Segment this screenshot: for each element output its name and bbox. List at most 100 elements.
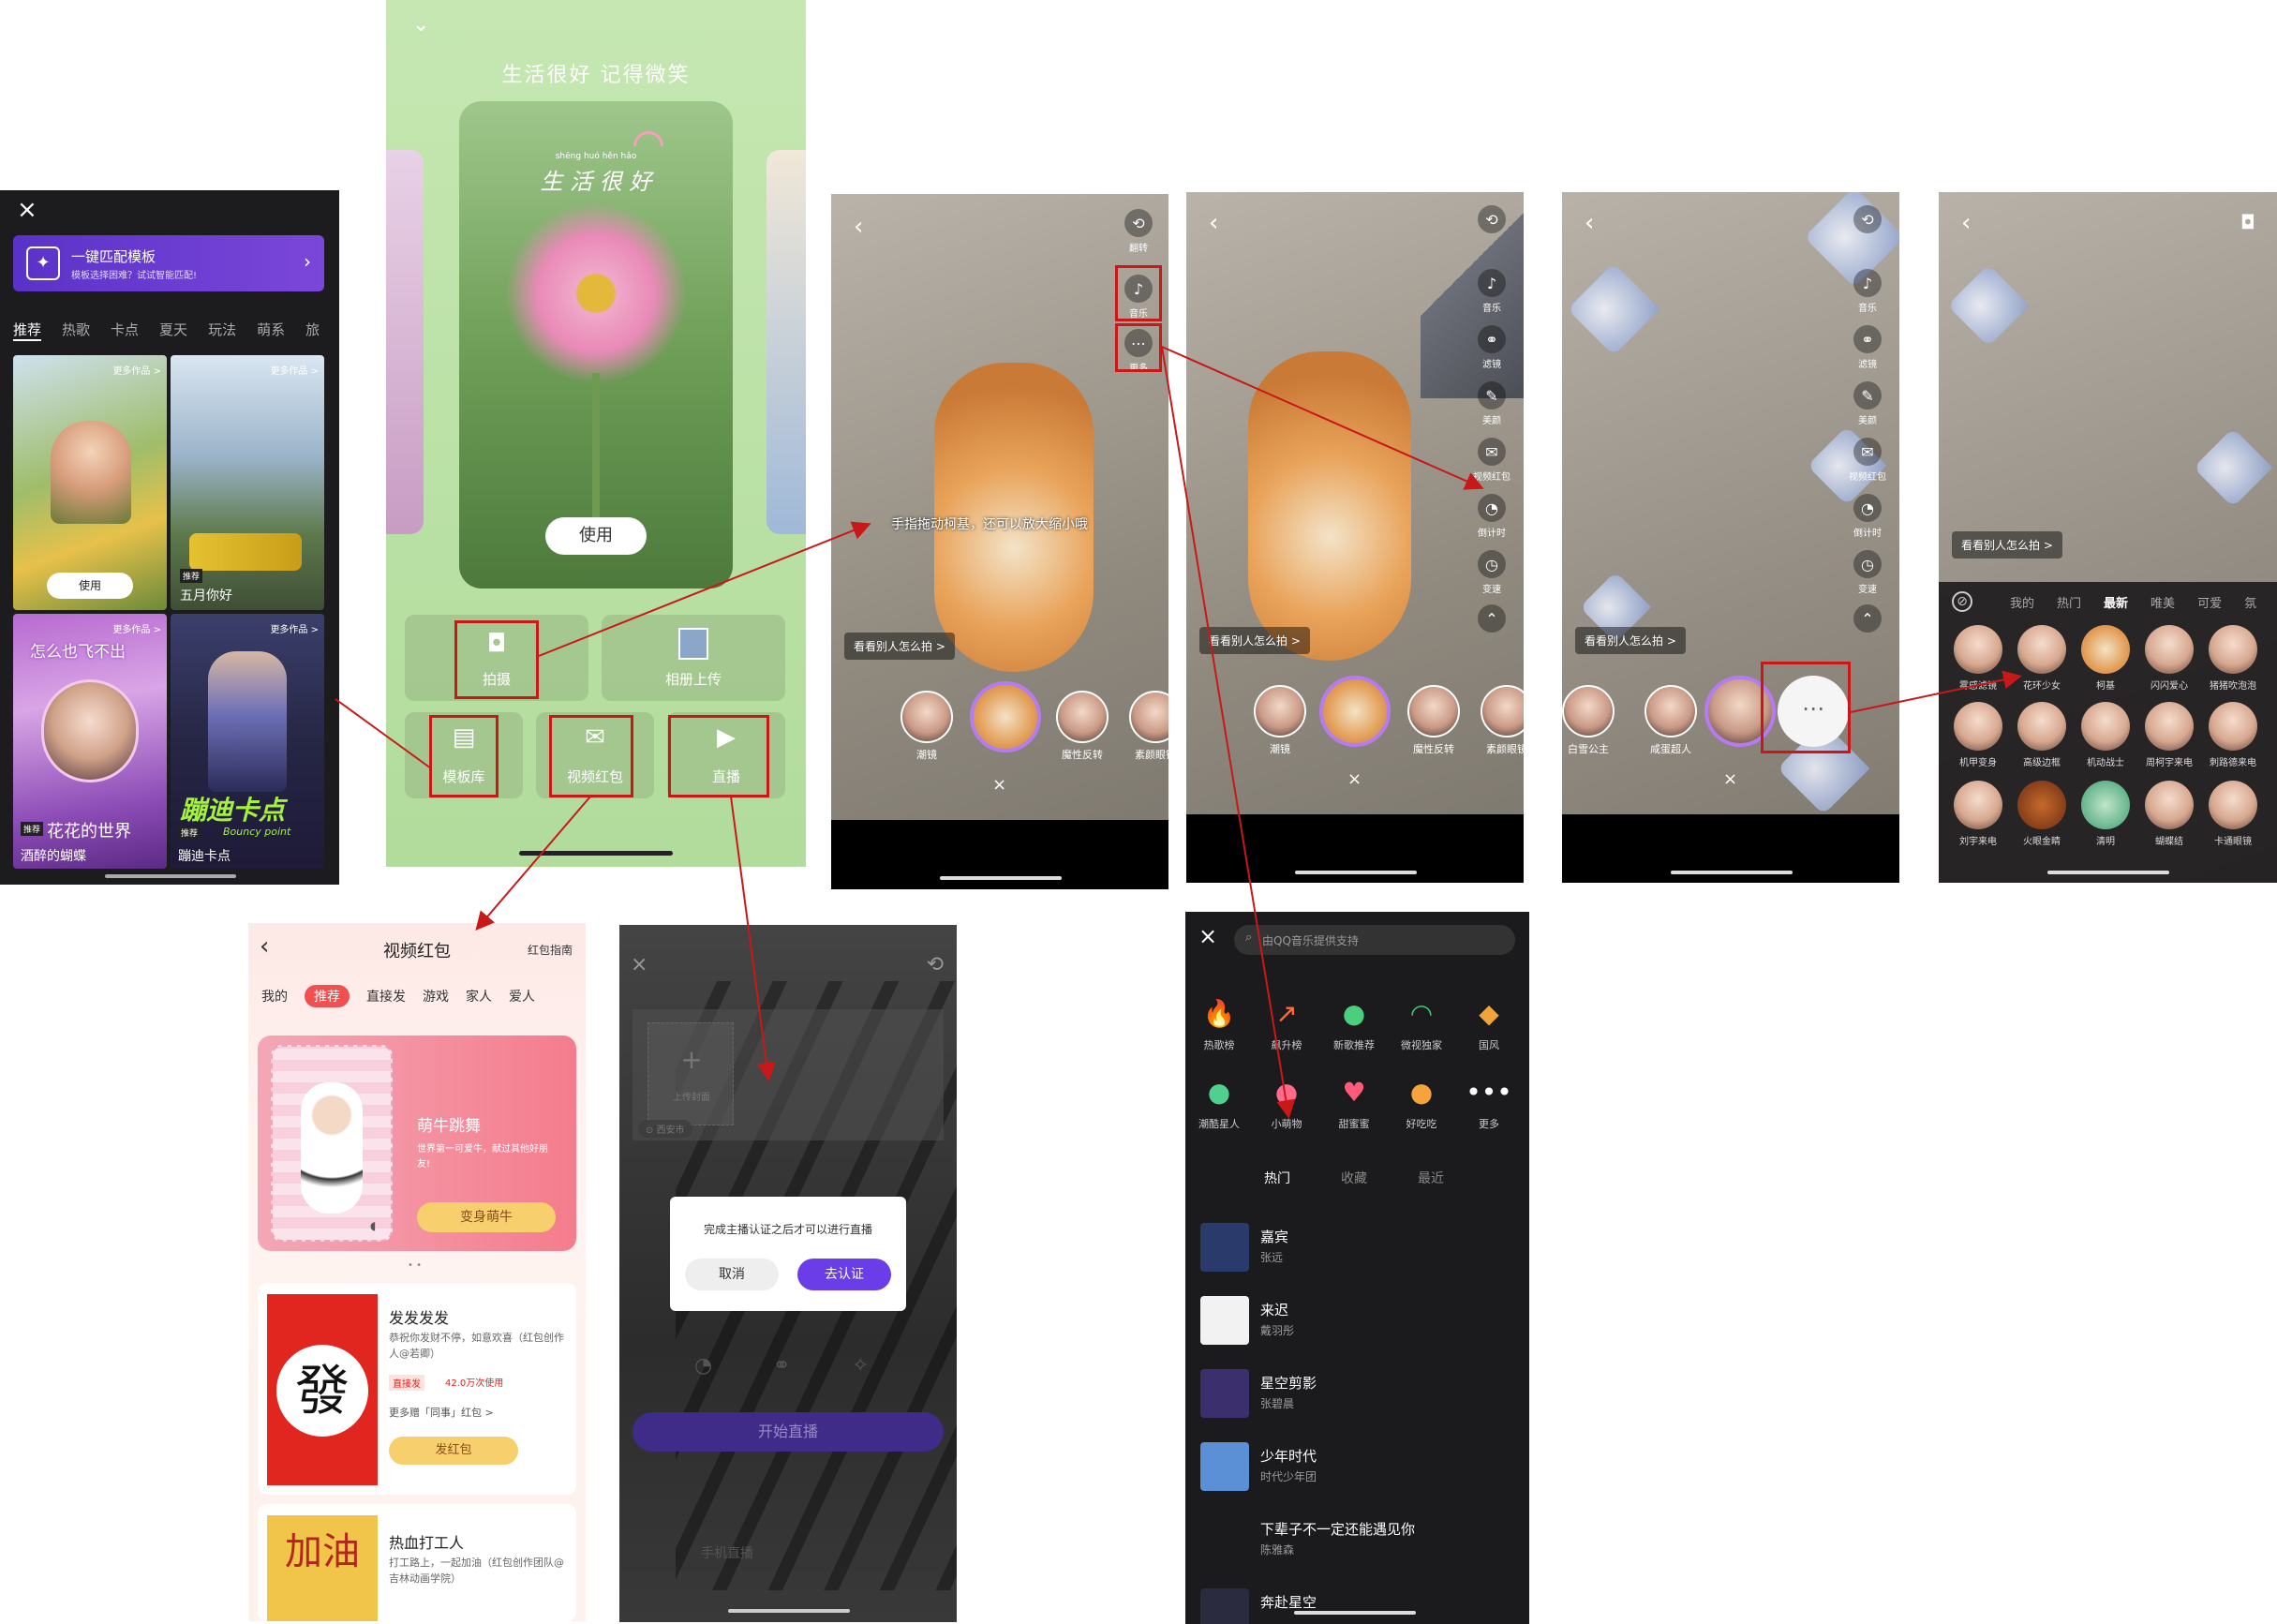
see-others-button[interactable]: 看看别人怎么拍 > — [1199, 627, 1310, 654]
tab-favorites[interactable]: 收藏 — [1341, 1169, 1367, 1187]
effect-thumb[interactable] — [2017, 625, 2066, 674]
music-category-icon[interactable]: ● — [1197, 1069, 1242, 1114]
chevron-down-icon[interactable]: ⌄ — [412, 13, 429, 37]
tab-travel[interactable]: 旅 — [305, 320, 320, 339]
effect-thumb[interactable] — [2081, 702, 2130, 751]
song-row[interactable]: 星空剪影 张碧晨 — [1185, 1360, 1528, 1425]
music-category-icon[interactable]: ● — [1332, 991, 1377, 1035]
filter-thumb[interactable] — [900, 691, 953, 743]
song-row[interactable]: 嘉宾 张远 — [1185, 1214, 1528, 1279]
see-others-button[interactable]: 看看别人怎么拍 > — [844, 633, 955, 660]
music-category-icon[interactable]: ● — [1264, 1069, 1309, 1114]
tab-recommend[interactable]: 推荐 — [305, 985, 350, 1007]
effect-thumb[interactable] — [2145, 625, 2194, 674]
see-others-button[interactable]: 看看别人怎么拍 > — [1952, 531, 2062, 559]
effect-thumb[interactable] — [1954, 781, 2002, 829]
video-redpack-button[interactable]: ✉ 视频红包 — [1473, 438, 1511, 483]
cancel-button[interactable]: 取消 — [685, 1259, 779, 1290]
see-others-button[interactable]: 看看别人怎么拍 > — [1575, 627, 1686, 654]
effect-thumb[interactable] — [2017, 781, 2066, 829]
filter-button[interactable]: ⚭ 滤镜 — [1849, 325, 1886, 370]
song-row[interactable]: 奔赴星空 — [1185, 1579, 1528, 1624]
verify-button[interactable]: 去认证 — [797, 1259, 891, 1290]
no-effect-icon[interactable]: ⊘ — [1952, 591, 1972, 612]
back-icon[interactable]: ‹ — [1961, 209, 1971, 237]
sound-icon[interactable]: ◖ — [370, 1219, 376, 1232]
tab-lover[interactable]: 爱人 — [509, 987, 535, 1006]
tab-mine[interactable]: 我的 — [261, 987, 288, 1006]
more-works-link[interactable]: 更多作品 > — [270, 621, 319, 635]
tab-hot-songs[interactable]: 热歌 — [62, 320, 90, 339]
effect-thumb[interactable] — [1954, 625, 2002, 674]
template-preview-card[interactable]: shēng huó hěn hǎo 生 活 很 好 使用 — [459, 101, 733, 589]
tab-recent[interactable]: 最近 — [1418, 1169, 1444, 1187]
music-button[interactable]: ♪ 音乐 — [1473, 269, 1511, 314]
start-live-button[interactable]: 开始直播 — [632, 1412, 944, 1452]
close-icon[interactable]: × — [1723, 769, 1737, 789]
filter-thumb[interactable] — [1056, 691, 1109, 743]
upload-cover-button[interactable]: + 上传封面 — [647, 1022, 734, 1125]
music-category-icon[interactable]: ● — [1399, 1069, 1444, 1114]
filter-thumb[interactable] — [1644, 685, 1697, 738]
beauty-button[interactable]: ✎ 美颜 — [1473, 381, 1511, 426]
music-button[interactable]: ♪ 音乐 — [1849, 269, 1886, 314]
filter-thumb-selected[interactable] — [1319, 676, 1391, 747]
tab-hot[interactable]: 热门 — [2057, 593, 2081, 611]
tab-family[interactable]: 家人 — [466, 987, 492, 1006]
effect-thumb[interactable] — [2209, 625, 2257, 674]
send-redpack-button[interactable]: 发红包 — [389, 1437, 518, 1465]
tab-play[interactable]: 玩法 — [208, 320, 236, 339]
close-icon[interactable]: × — [17, 196, 37, 224]
effect-thumb[interactable] — [2081, 625, 2130, 674]
tab-summer[interactable]: 夏天 — [159, 320, 187, 339]
music-category-icon[interactable]: 🔥 — [1197, 991, 1242, 1035]
close-icon[interactable]: × — [1347, 769, 1362, 789]
more-works-link[interactable]: 更多作品 > — [112, 621, 161, 635]
effect-thumb[interactable] — [2017, 702, 2066, 751]
filter-thumb-selected[interactable] — [970, 681, 1041, 752]
back-icon[interactable]: ‹ — [854, 213, 863, 241]
collapse-button[interactable]: ⌃ — [1849, 604, 1886, 635]
music-category-icon[interactable]: ◠ — [1399, 991, 1444, 1035]
filter-thumb[interactable] — [1562, 685, 1615, 738]
song-row[interactable]: 少年时代 时代少年团 — [1185, 1433, 1528, 1498]
tab-games[interactable]: 游戏 — [423, 987, 449, 1006]
tab-new[interactable]: 最新 — [2104, 593, 2128, 611]
tab-vibe[interactable]: 氛 — [2244, 593, 2256, 611]
use-button[interactable]: 使用 — [47, 573, 133, 599]
tab-beat[interactable]: 卡点 — [111, 320, 139, 339]
music-search-input[interactable]: ⌕ 由QQ音乐提供支持 — [1234, 925, 1515, 955]
music-category-icon[interactable]: ↗ — [1264, 991, 1309, 1035]
more-works-link[interactable]: 更多作品 > — [270, 363, 319, 377]
effect-thumb[interactable] — [2145, 781, 2194, 829]
corgi-sticker[interactable] — [1248, 351, 1411, 661]
camera-icon[interactable]: ◘ — [2240, 211, 2255, 233]
template-card[interactable]: 更多作品 > 蹦迪卡点 Bouncy point 推荐 蹦迪卡点 — [171, 614, 324, 869]
effect-thumb[interactable] — [2209, 702, 2257, 751]
tab-mine[interactable]: 我的 — [2010, 593, 2034, 611]
close-icon[interactable]: × — [992, 775, 1006, 795]
album-upload-button[interactable]: 相册上传 — [602, 615, 785, 701]
use-button[interactable]: 使用 — [545, 517, 647, 555]
tab-hot[interactable]: 热门 — [1264, 1169, 1290, 1187]
flip-camera-button[interactable]: ⟲ 翻转 — [1120, 209, 1157, 254]
effect-thumb[interactable] — [1954, 702, 2002, 751]
location-tag[interactable]: ⊙ 西安市 — [638, 1120, 692, 1138]
tab-aesthetic[interactable]: 唯美 — [2150, 593, 2175, 611]
speed-button[interactable]: ◷ 变速 — [1849, 550, 1886, 595]
video-redpack-button[interactable]: ✉ 视频红包 — [1849, 438, 1886, 483]
featured-promo-card[interactable]: ◖ 萌牛跳舞 世界第一可爱牛，献过其他好朋友! 变身萌牛 — [258, 1035, 576, 1251]
tab-cute[interactable]: 可爱 — [2197, 593, 2222, 611]
filter-thumb[interactable] — [1129, 691, 1168, 743]
filter-thumb[interactable] — [1254, 685, 1306, 738]
template-card[interactable]: 更多作品 > 使用 — [13, 355, 167, 610]
filter-thumb[interactable] — [1407, 685, 1460, 738]
redpack-card[interactable]: 加油 热血打工人 打工路上，一起加油（红包创作团队@吉林动画学院） — [258, 1504, 576, 1621]
flip-camera-button[interactable]: ⟲ — [1473, 205, 1511, 236]
template-card[interactable]: 更多作品 > 推荐 五月你好 — [171, 355, 324, 610]
guide-link[interactable]: 红包指南 — [528, 942, 573, 958]
mode-tabs[interactable]: 手机直播 — [619, 1543, 835, 1562]
speed-button[interactable]: ◷ 变速 — [1473, 550, 1511, 595]
countdown-button[interactable]: ◔ 倒计时 — [1473, 494, 1511, 539]
close-icon[interactable]: × — [631, 953, 647, 976]
